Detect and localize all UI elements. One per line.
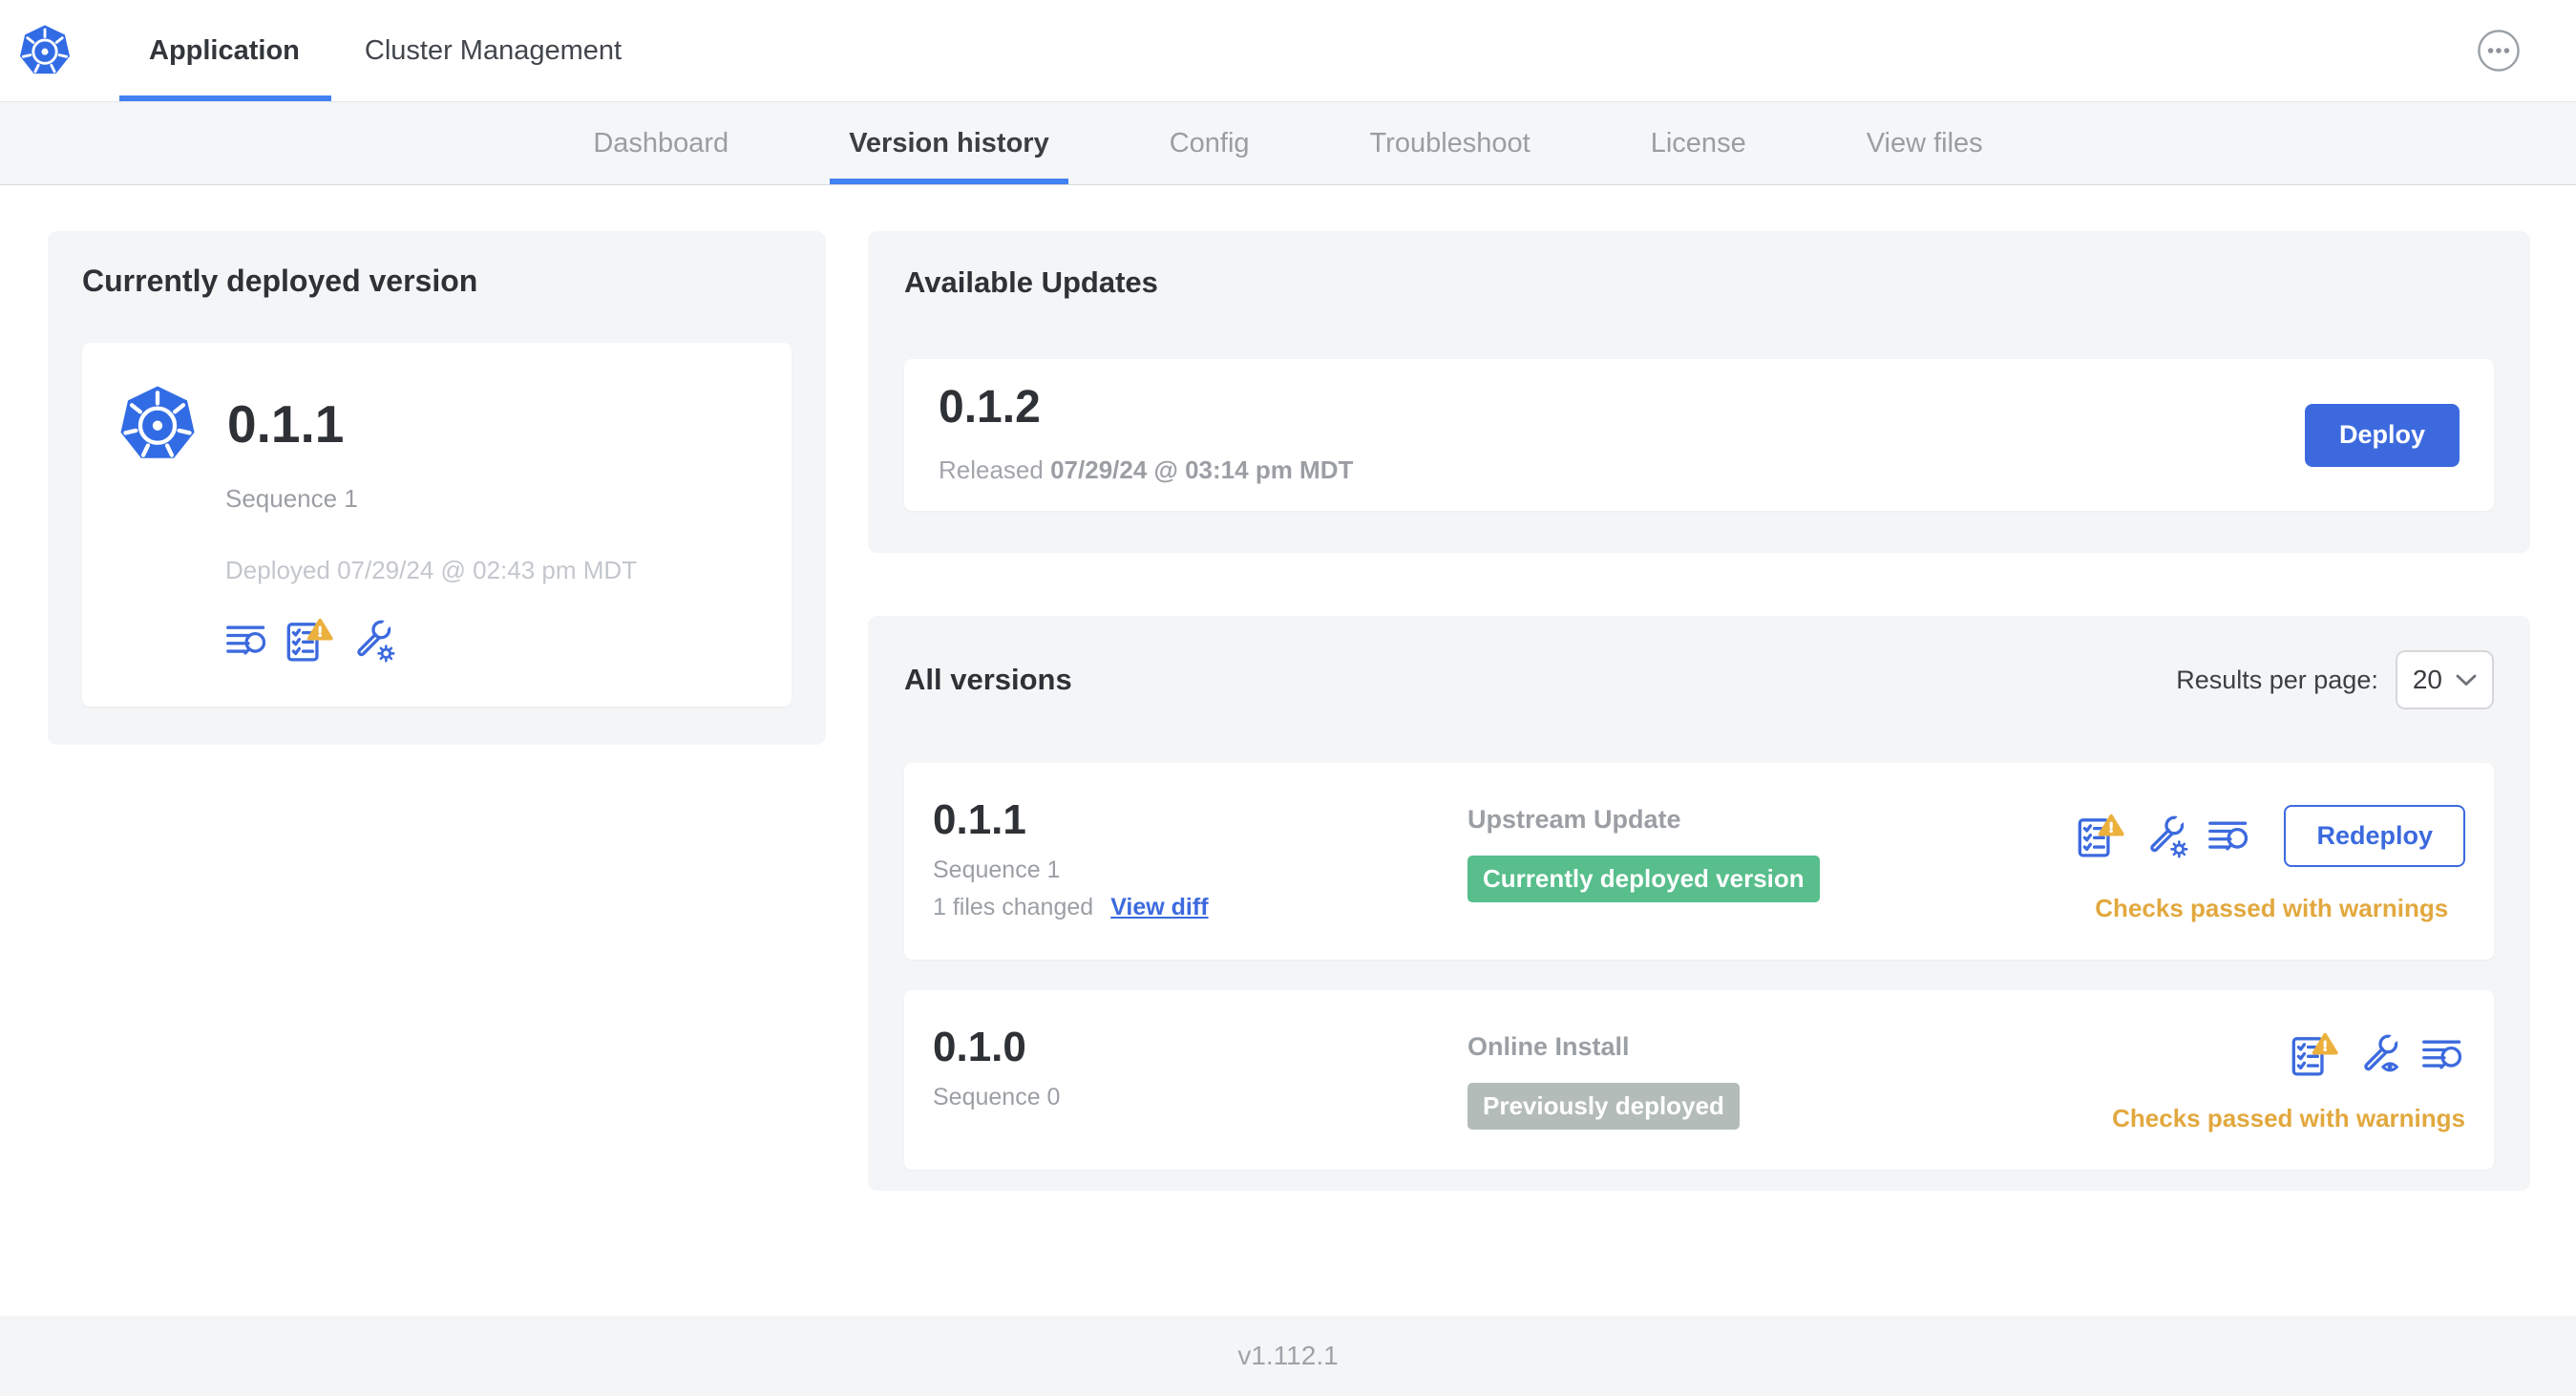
deployed-version-card: 0.1.1 Sequence 1 Deployed 07/29/24 @ 02:… [82, 343, 792, 707]
config-gear-icon[interactable] [351, 618, 395, 663]
logs-icon[interactable] [225, 621, 269, 661]
update-version-number: 0.1.2 [939, 382, 1041, 433]
ellipsis-icon [2477, 29, 2521, 73]
tab-application[interactable]: Application [119, 0, 331, 101]
files-changed-label: 1 files changed [933, 894, 1094, 920]
status-badge-currently-deployed: Currently deployed version [1467, 856, 1820, 902]
available-updates-title: Available Updates [904, 265, 1158, 299]
preflight-checks-warning-icon[interactable] [2291, 1032, 2339, 1077]
subnav-troubleshoot[interactable]: Troubleshoot [1370, 102, 1531, 184]
subnav-config[interactable]: Config [1170, 102, 1250, 184]
row-version-number: 0.1.1 [933, 796, 1026, 843]
checks-status-text: Checks passed with warnings [2095, 894, 2449, 922]
deployed-version-number: 0.1.1 [227, 393, 345, 454]
logs-icon[interactable] [2421, 1035, 2465, 1075]
more-options-button[interactable] [2477, 29, 2521, 73]
released-label: Released [939, 455, 1044, 484]
subnav-license[interactable]: License [1651, 102, 1746, 184]
row-version-number: 0.1.0 [933, 1024, 1026, 1070]
released-date: 07/29/24 @ 03:14 pm MDT [1050, 455, 1354, 484]
currently-deployed-title: Currently deployed version [82, 264, 478, 298]
preflight-checks-warning-icon[interactable] [2078, 814, 2125, 858]
row-source-label: Upstream Update [1467, 805, 1681, 834]
preflight-checks-warning-icon[interactable] [286, 618, 334, 663]
currently-deployed-panel: Currently deployed version 0.1.1 Sequenc… [48, 231, 826, 745]
subnav-version-history[interactable]: Version history [830, 102, 1068, 184]
app-subnav: Dashboard Version history Config Trouble… [0, 102, 2576, 185]
available-updates-panel: Available Updates 0.1.2 Released 07/29/2… [868, 231, 2530, 553]
all-versions-panel: All versions Results per page: 20 0.1.1 … [868, 616, 2530, 1191]
kubernetes-app-icon [116, 383, 199, 465]
update-card: 0.1.2 Released 07/29/24 @ 03:14 pm MDT D… [904, 359, 2494, 511]
main-content: Currently deployed version 0.1.1 Sequenc… [0, 185, 2576, 1316]
config-view-icon[interactable] [2358, 1032, 2402, 1077]
right-column: Available Updates 0.1.2 Released 07/29/2… [868, 231, 2530, 1191]
results-per-page-select[interactable]: 20 [2395, 650, 2494, 709]
row-source-label: Online Install [1467, 1032, 1630, 1061]
update-released-line: Released 07/29/24 @ 03:14 pm MDT [939, 455, 1353, 485]
version-row-0-1-1: 0.1.1 Sequence 1 1 files changed View di… [904, 763, 2494, 960]
kubernetes-logo-icon [17, 23, 73, 78]
deployed-timestamp: Deployed 07/29/24 @ 02:43 pm MDT [225, 556, 638, 584]
logs-icon[interactable] [2207, 816, 2251, 857]
console-version: v1.112.1 [1237, 1341, 1339, 1370]
all-versions-title: All versions [904, 663, 1072, 696]
row-sequence: Sequence 1 [933, 857, 1061, 883]
status-badge-previously-deployed: Previously deployed [1467, 1083, 1740, 1130]
app-footer: v1.112.1 [0, 1316, 2576, 1396]
chevron-down-icon [2456, 673, 2477, 687]
redeploy-button[interactable]: Redeploy [2284, 805, 2465, 867]
subnav-view-files[interactable]: View files [1867, 102, 1983, 184]
subnav-dashboard[interactable]: Dashboard [593, 102, 728, 184]
deploy-button[interactable]: Deploy [2304, 403, 2460, 467]
results-per-page-label: Results per page: [2176, 665, 2378, 694]
top-bar: Application Cluster Management [0, 0, 2576, 102]
row-sequence: Sequence 0 [933, 1084, 1061, 1110]
deployed-sequence: Sequence 1 [225, 484, 358, 513]
app-logo [17, 0, 73, 101]
tab-cluster-management[interactable]: Cluster Management [365, 0, 622, 101]
config-gear-icon[interactable] [2144, 814, 2189, 858]
version-row-0-1-0: 0.1.0 Sequence 0 Online Install Previous… [904, 990, 2494, 1170]
checks-status-text: Checks passed with warnings [2112, 1104, 2465, 1132]
top-tabs: Application Cluster Management [119, 0, 686, 101]
view-diff-link[interactable]: View diff [1110, 894, 1208, 921]
results-per-page-value: 20 [2412, 665, 2442, 694]
